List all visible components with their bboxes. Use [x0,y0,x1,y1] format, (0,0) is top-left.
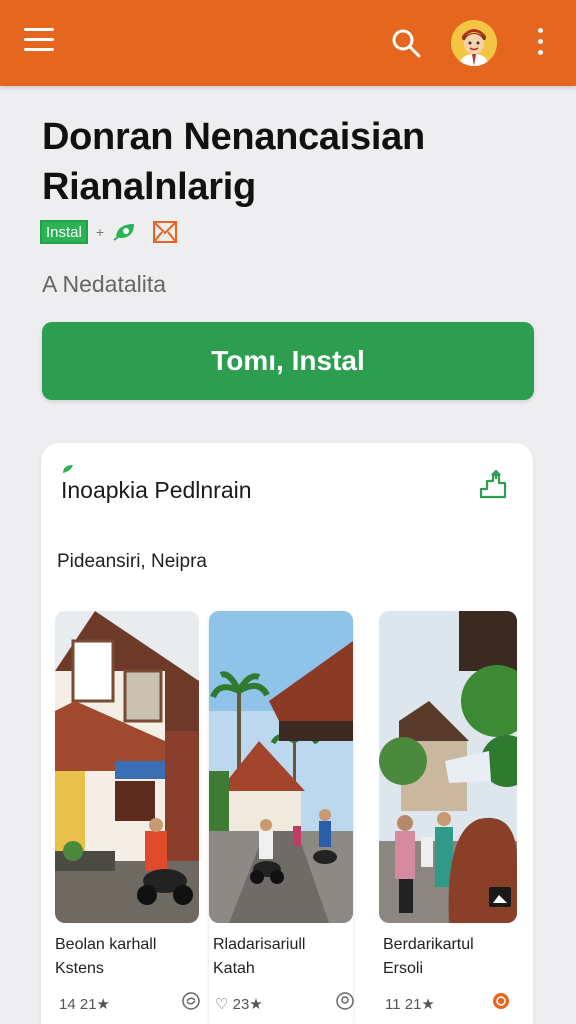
street-photo [209,611,353,923]
badge-separator: + [95,224,105,240]
location-icon[interactable] [335,991,355,1011]
tile-caption-line2: Kstens [55,960,104,977]
app-subtitle: A Nedatalita [42,271,167,297]
tile-caption: Berdarikartul Ersoli [383,933,527,981]
hamburger-menu-icon[interactable] [24,28,58,58]
record-icon[interactable] [491,991,511,1011]
search-icon[interactable] [390,27,422,59]
tile-caption: Beolan karhall Kstens [55,933,199,981]
tile-meta: 11 21★ [385,996,435,1013]
app-bar [0,0,576,86]
card-subtitle: Pideansiri, Neipra [57,551,207,572]
card-title: Inoapkia Pedlnrain [61,477,252,503]
gallery-tile[interactable]: Beolan karhall Kstens 14 21★ [55,611,201,1024]
tile-caption-line1: Berdarikartul [383,936,474,953]
tile-meta: 14 21★ [59,996,110,1013]
tile-meta: ♡ 23★ [215,996,263,1013]
install-badge: Instal [40,220,88,244]
badges-row: Instal + [40,218,178,246]
tile-caption-line1: Rladarisariull [213,936,306,953]
app-title-line2: Rianalnlarig [42,166,256,208]
user-avatar[interactable] [451,20,497,66]
sprout-icon [63,465,73,473]
leaf-icon [112,220,140,244]
gallery-tile[interactable]: Berdarikartul Ersoli 11 21★ [379,611,523,1024]
app-title: Donran Nenancaisian Rianalnlarig [42,112,542,212]
street-photo [379,611,517,923]
sync-icon[interactable] [181,991,201,1011]
gallery-card: Inoapkia Pedlnrain Pideansiri, Neipra Be… [41,443,533,1024]
street-photo [55,611,199,923]
tile-caption-line1: Beolan karhall [55,936,157,953]
tile-caption-line2: Ersoli [383,960,424,977]
install-button[interactable]: Tomı, Instal [42,322,534,400]
app-title-line1: Donran Nenancaisian [42,116,425,158]
gallery-tile[interactable]: Rladarisariull Katah ♡ 23★ [209,611,355,1024]
tile-caption: Rladarisariull Katah [213,933,357,981]
share-icon[interactable] [477,469,509,501]
more-vertical-icon[interactable] [530,28,550,60]
tile-caption-line2: Katah [213,960,255,977]
mail-icon [152,220,178,244]
